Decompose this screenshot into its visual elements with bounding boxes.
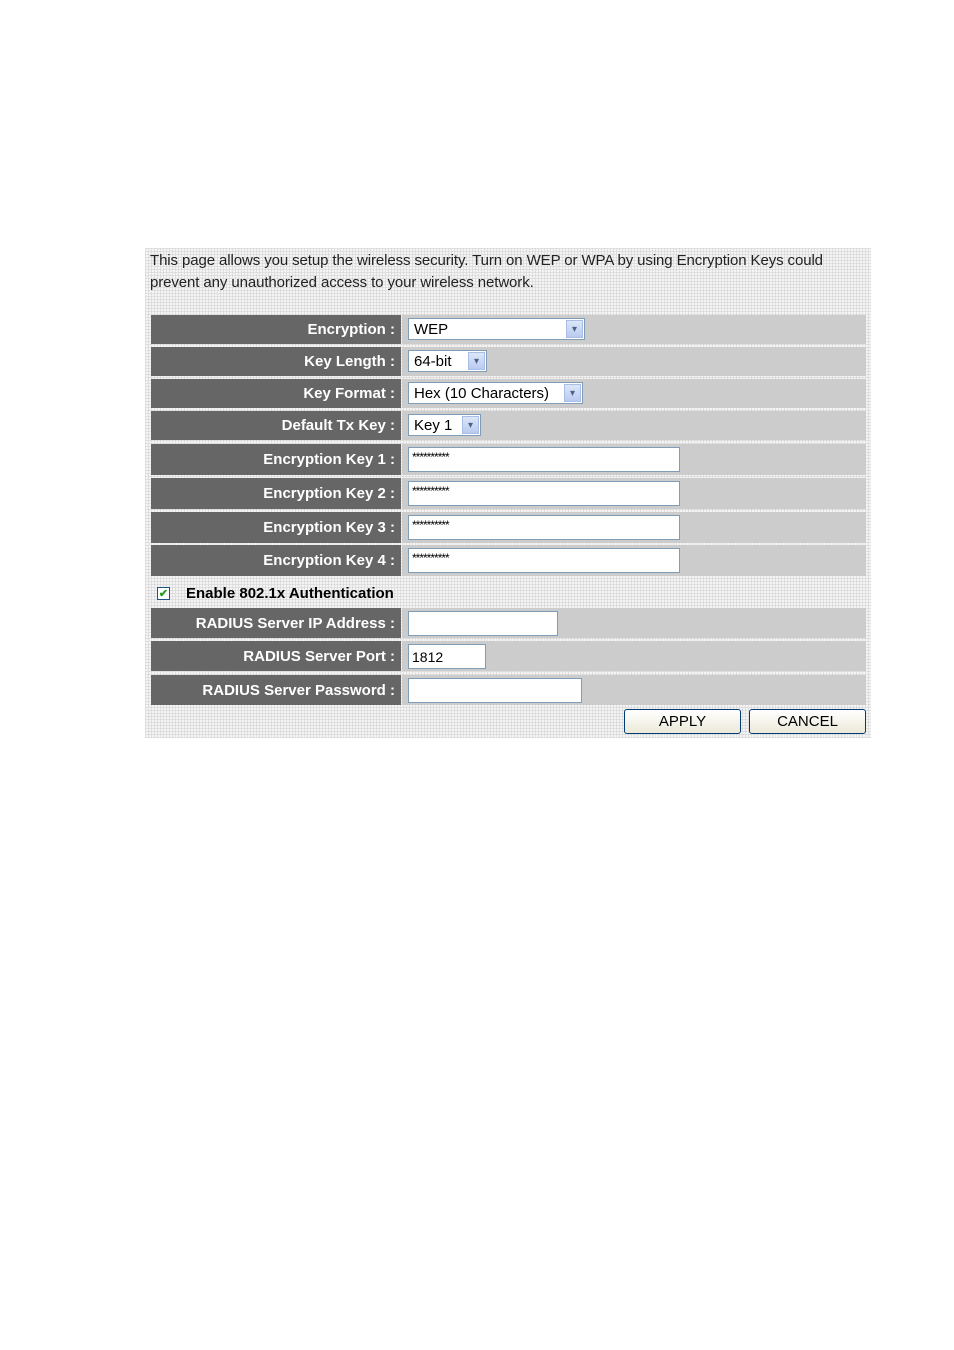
encryption-key-1-label: Encryption Key 1 :: [151, 444, 401, 475]
radius-ip-cell: [402, 608, 866, 638]
encryption-key-3-input[interactable]: **********: [408, 515, 680, 540]
enable-8021x-label: Enable 802.1x Authentication: [186, 585, 394, 602]
row-encryption-key-4: Encryption Key 4 : **********: [151, 545, 866, 576]
encryption-cell: WEP ▾: [402, 315, 866, 344]
chevron-down-icon[interactable]: ▾: [462, 416, 479, 434]
encryption-value: WEP: [414, 320, 449, 338]
radius-ip-input[interactable]: [408, 611, 558, 636]
row-radius-password: RADIUS Server Password :: [151, 675, 866, 705]
encryption-select[interactable]: WEP ▾: [408, 318, 585, 340]
row-radius-port: RADIUS Server Port : 1812: [151, 641, 866, 671]
key-format-value: Hex (10 Characters): [414, 384, 550, 402]
row-radius-ip: RADIUS Server IP Address :: [151, 608, 866, 638]
default-tx-key-cell: Key 1 ▾: [402, 411, 866, 440]
wireless-security-panel: This page allows you setup the wireless …: [145, 248, 871, 738]
enable-8021x-row: ✔ Enable 802.1x Authentication: [157, 585, 394, 602]
encryption-key-2-cell: **********: [402, 478, 866, 509]
row-encryption: Encryption : WEP ▾: [151, 315, 866, 344]
intro-text: This page allows you setup the wireless …: [150, 252, 823, 291]
row-key-format: Key Format : Hex (10 Characters) ▾: [151, 379, 866, 408]
radius-port-input[interactable]: 1812: [408, 644, 486, 669]
encryption-key-4-cell: **********: [402, 545, 866, 576]
chevron-down-icon[interactable]: ▾: [468, 352, 485, 370]
row-key-length: Key Length : 64-bit ▾: [151, 347, 866, 376]
encryption-key-1-cell: **********: [402, 444, 866, 475]
radius-ip-label: RADIUS Server IP Address :: [151, 608, 401, 638]
encryption-key-4-label: Encryption Key 4 :: [151, 545, 401, 576]
encryption-key-2-label: Encryption Key 2 :: [151, 478, 401, 509]
apply-button[interactable]: APPLY: [624, 709, 741, 734]
row-encryption-key-2: Encryption Key 2 : **********: [151, 478, 866, 509]
chevron-down-icon[interactable]: ▾: [566, 320, 583, 338]
key-length-label: Key Length :: [151, 347, 401, 376]
chevron-down-icon[interactable]: ▾: [564, 384, 581, 402]
default-tx-key-label: Default Tx Key :: [151, 411, 401, 440]
row-encryption-key-1: Encryption Key 1 : **********: [151, 444, 866, 475]
encryption-key-3-cell: **********: [402, 512, 866, 543]
key-format-cell: Hex (10 Characters) ▾: [402, 379, 866, 408]
radius-password-label: RADIUS Server Password :: [151, 675, 401, 705]
radius-port-cell: 1812: [402, 641, 866, 671]
key-length-cell: 64-bit ▾: [402, 347, 866, 376]
key-length-value: 64-bit: [414, 352, 452, 370]
radius-password-cell: [402, 675, 866, 705]
key-length-select[interactable]: 64-bit ▾: [408, 350, 487, 372]
key-format-label: Key Format :: [151, 379, 401, 408]
row-default-tx-key: Default Tx Key : Key 1 ▾: [151, 411, 866, 440]
encryption-label: Encryption :: [151, 315, 401, 344]
encryption-key-4-input[interactable]: **********: [408, 548, 680, 573]
key-format-select[interactable]: Hex (10 Characters) ▾: [408, 382, 583, 404]
radius-port-label: RADIUS Server Port :: [151, 641, 401, 671]
default-tx-key-select[interactable]: Key 1 ▾: [408, 414, 481, 436]
row-encryption-key-3: Encryption Key 3 : **********: [151, 512, 866, 543]
cancel-button[interactable]: CANCEL: [749, 709, 866, 734]
radius-password-input[interactable]: [408, 678, 582, 703]
enable-8021x-checkbox[interactable]: ✔: [157, 587, 170, 600]
encryption-key-2-input[interactable]: **********: [408, 481, 680, 506]
encryption-key-1-input[interactable]: **********: [408, 447, 680, 472]
encryption-key-3-label: Encryption Key 3 :: [151, 512, 401, 543]
default-tx-key-value: Key 1: [414, 416, 453, 434]
